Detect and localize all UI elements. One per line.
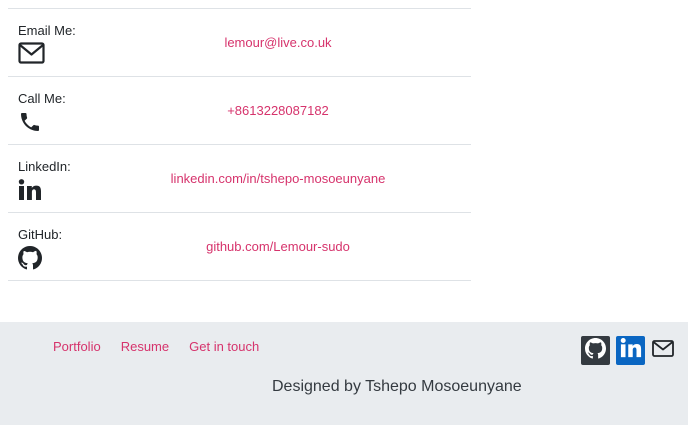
- phone-link[interactable]: +8613228087182: [148, 103, 408, 118]
- designed-by-text: Designed by Tshepo Mosoeunyane: [272, 378, 522, 395]
- contact-label: Call Me:: [18, 91, 66, 106]
- footer-link-get-in-touch[interactable]: Get in touch: [189, 339, 259, 354]
- email-link[interactable]: lemour@live.co.uk: [148, 35, 408, 50]
- github-link[interactable]: github.com/Lemour-sudo: [148, 239, 408, 254]
- contact-row-github: GitHub: github.com/Lemour-sudo: [8, 213, 471, 281]
- contact-label: GitHub:: [18, 227, 63, 242]
- envelope-icon: [652, 339, 674, 362]
- social-icons: [581, 336, 675, 365]
- linkedin-icon: [18, 178, 44, 202]
- github-button[interactable]: [581, 336, 610, 365]
- linkedin-icon: [620, 337, 642, 364]
- github-icon: [18, 246, 44, 270]
- contact-table: Email Me: lemour@live.co.uk Call Me: +86…: [8, 8, 471, 281]
- footer-link-resume[interactable]: Resume: [121, 339, 169, 354]
- github-icon: [585, 337, 606, 364]
- footer: Portfolio Resume Get in touch Designed b…: [0, 322, 688, 425]
- contact-row-linkedin: LinkedIn: linkedin.com/in/tshepo-mosoeun…: [8, 145, 471, 213]
- contact-row-phone: Call Me: +8613228087182: [8, 77, 471, 145]
- contact-label: Email Me:: [18, 23, 76, 38]
- linkedin-link[interactable]: linkedin.com/in/tshepo-mosoeunyane: [148, 171, 408, 186]
- footer-link-portfolio[interactable]: Portfolio: [53, 339, 101, 354]
- phone-icon: [18, 110, 44, 134]
- email-button[interactable]: [651, 336, 675, 365]
- linkedin-button[interactable]: [616, 336, 645, 365]
- envelope-icon: [18, 42, 45, 66]
- footer-nav: Portfolio Resume Get in touch: [53, 339, 259, 354]
- contact-label: LinkedIn:: [18, 159, 71, 174]
- contact-row-email: Email Me: lemour@live.co.uk: [8, 9, 471, 77]
